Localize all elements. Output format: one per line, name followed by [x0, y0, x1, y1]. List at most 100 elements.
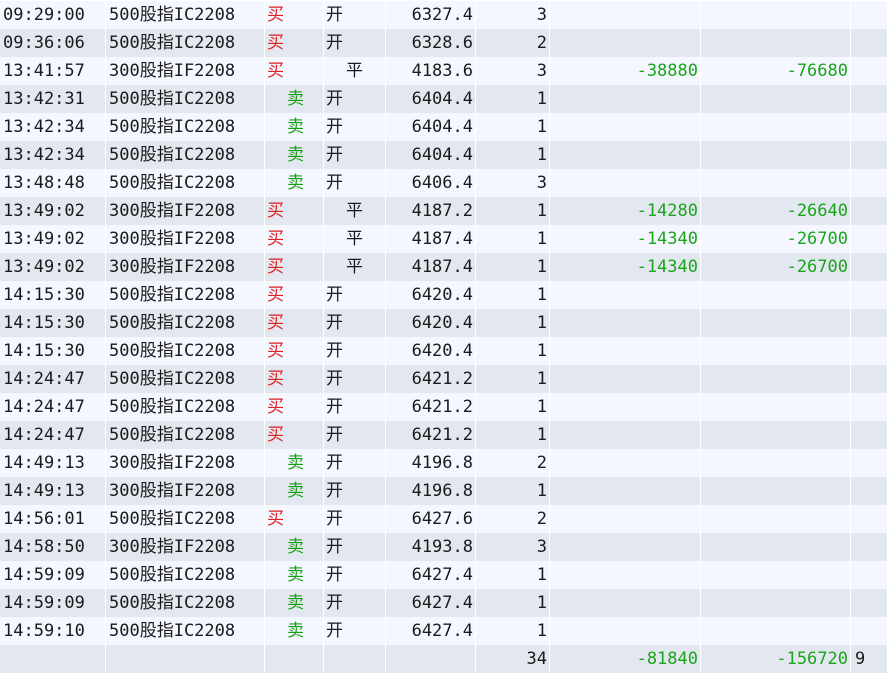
- direction-label: 卖: [287, 89, 304, 109]
- direction-cell: 买: [265, 281, 324, 309]
- open-close-label: 开: [326, 89, 343, 109]
- open-close-cell: 开: [324, 477, 386, 505]
- direction-label: 买: [267, 5, 284, 25]
- close-profit-by-trade: [701, 169, 851, 197]
- table-row[interactable]: 14:59:10 500股指IC2208 卖 开 6427.4 1: [0, 617, 887, 645]
- close-profit-by-date: [550, 169, 701, 197]
- open-close-label: 开: [326, 425, 343, 445]
- trade-price: 4196.8: [386, 477, 476, 505]
- table-row[interactable]: 13:42:34 500股指IC2208 卖 开 6404.4 1: [0, 141, 887, 169]
- close-profit-by-date: [550, 113, 701, 141]
- table-row[interactable]: 14:15:30 500股指IC2208 买 开 6420.4 1: [0, 337, 887, 365]
- table-row[interactable]: 13:48:48 500股指IC2208 卖 开 6406.4 3: [0, 169, 887, 197]
- extra-cell: [851, 309, 887, 337]
- open-close-label: 开: [326, 285, 343, 305]
- instrument-name: 500股指IC2208: [106, 421, 265, 449]
- open-close-cell: 开: [324, 589, 386, 617]
- open-close-label: 开: [326, 509, 343, 529]
- summary-empty: [106, 645, 265, 673]
- extra-cell: [851, 29, 887, 57]
- summary-empty: [0, 645, 106, 673]
- trade-time: 14:24:47: [0, 421, 106, 449]
- open-close-label: 开: [326, 145, 343, 165]
- trade-price: 4193.8: [386, 533, 476, 561]
- trade-qty: 1: [476, 337, 550, 365]
- open-close-cell: 开: [324, 85, 386, 113]
- open-close-cell: 开: [324, 505, 386, 533]
- instrument-name: 500股指IC2208: [106, 281, 265, 309]
- direction-cell: 卖: [265, 561, 324, 589]
- trade-qty: 1: [476, 589, 550, 617]
- extra-cell: [851, 505, 887, 533]
- trade-qty: 1: [476, 281, 550, 309]
- instrument-name: 300股指IF2208: [106, 225, 265, 253]
- trade-qty: 1: [476, 197, 550, 225]
- instrument-name: 500股指IC2208: [106, 169, 265, 197]
- table-row[interactable]: 14:49:13 300股指IF2208 卖 开 4196.8 2: [0, 449, 887, 477]
- open-close-label: 开: [326, 341, 343, 361]
- trade-qty: 1: [476, 477, 550, 505]
- trade-time: 14:15:30: [0, 281, 106, 309]
- trade-qty: 1: [476, 561, 550, 589]
- table-row[interactable]: 14:49:13 300股指IF2208 卖 开 4196.8 1: [0, 477, 887, 505]
- extra-cell: [851, 281, 887, 309]
- open-close-label: 开: [326, 537, 343, 557]
- open-close-label: 开: [326, 481, 343, 501]
- instrument-name: 500股指IC2208: [106, 365, 265, 393]
- open-close-cell: 开: [324, 29, 386, 57]
- instrument-name: 500股指IC2208: [106, 393, 265, 421]
- close-profit-by-date: [550, 505, 701, 533]
- table-row[interactable]: 14:56:01 500股指IC2208 买 开 6427.6 2: [0, 505, 887, 533]
- table-row[interactable]: 14:24:47 500股指IC2208 买 开 6421.2 1: [0, 421, 887, 449]
- instrument-name: 300股指IF2208: [106, 533, 265, 561]
- direction-cell: 买: [265, 225, 324, 253]
- table-row[interactable]: 09:29:00 500股指IC2208 买 开 6327.4 3: [0, 1, 887, 29]
- trade-time: 13:41:57: [0, 57, 106, 85]
- extra-cell: [851, 421, 887, 449]
- open-close-label: 开: [326, 369, 343, 389]
- instrument-name: 300股指IF2208: [106, 477, 265, 505]
- trade-price: 6420.4: [386, 281, 476, 309]
- close-profit-by-trade: [701, 533, 851, 561]
- table-row[interactable]: 14:24:47 500股指IC2208 买 开 6421.2 1: [0, 365, 887, 393]
- summary-extra: 9: [855, 649, 866, 669]
- extra-cell: [851, 589, 887, 617]
- table-row[interactable]: 13:49:02 300股指IF2208 买 平 4187.2 1 -14280 -26640: [0, 197, 887, 225]
- trade-time: 14:15:30: [0, 309, 106, 337]
- direction-cell: 买: [265, 421, 324, 449]
- direction-label: 卖: [287, 173, 304, 193]
- extra-cell: [851, 393, 887, 421]
- table-row[interactable]: 14:59:09 500股指IC2208 卖 开 6427.4 1: [0, 561, 887, 589]
- direction-label: 卖: [287, 537, 304, 557]
- direction-label: 买: [267, 341, 284, 361]
- trade-qty: 2: [476, 29, 550, 57]
- table-row[interactable]: 09:36:06 500股指IC2208 买 开 6328.6 2: [0, 29, 887, 57]
- trade-time: 13:48:48: [0, 169, 106, 197]
- table-row[interactable]: 13:49:02 300股指IF2208 买 平 4187.4 1 -14340 -26700: [0, 225, 887, 253]
- trade-time: 13:49:02: [0, 253, 106, 281]
- close-profit-by-trade: [701, 393, 851, 421]
- table-row[interactable]: 13:41:57 300股指IF2208 买 平 4183.6 3 -38880 -76680: [0, 57, 887, 85]
- table-row[interactable]: 13:49:02 300股指IF2208 买 平 4187.4 1 -14340 -26700: [0, 253, 887, 281]
- table-row[interactable]: 14:24:47 500股指IC2208 买 开 6421.2 1: [0, 393, 887, 421]
- table-row[interactable]: 14:59:09 500股指IC2208 卖 开 6427.4 1: [0, 589, 887, 617]
- close-profit-by-trade: [701, 449, 851, 477]
- table-row[interactable]: 14:15:30 500股指IC2208 买 开 6420.4 1: [0, 281, 887, 309]
- trade-qty: 2: [476, 449, 550, 477]
- close-profit-by-trade: [701, 337, 851, 365]
- table-row[interactable]: 13:42:31 500股指IC2208 卖 开 6404.4 1: [0, 85, 887, 113]
- table-row[interactable]: 13:42:34 500股指IC2208 卖 开 6404.4 1: [0, 113, 887, 141]
- trade-qty: 1: [476, 617, 550, 645]
- instrument-name: 500股指IC2208: [106, 561, 265, 589]
- trade-qty: 1: [476, 253, 550, 281]
- open-close-cell: 开: [324, 365, 386, 393]
- direction-cell: 卖: [265, 533, 324, 561]
- trade-time: 13:42:34: [0, 141, 106, 169]
- table-row[interactable]: 14:58:50 300股指IF2208 卖 开 4193.8 3: [0, 533, 887, 561]
- table-row[interactable]: 14:15:30 500股指IC2208 买 开 6420.4 1: [0, 309, 887, 337]
- close-profit-by-date: [550, 449, 701, 477]
- extra-cell: [851, 253, 887, 281]
- open-close-cell: 平: [324, 253, 386, 281]
- extra-cell: [851, 197, 887, 225]
- instrument-name: 500股指IC2208: [106, 113, 265, 141]
